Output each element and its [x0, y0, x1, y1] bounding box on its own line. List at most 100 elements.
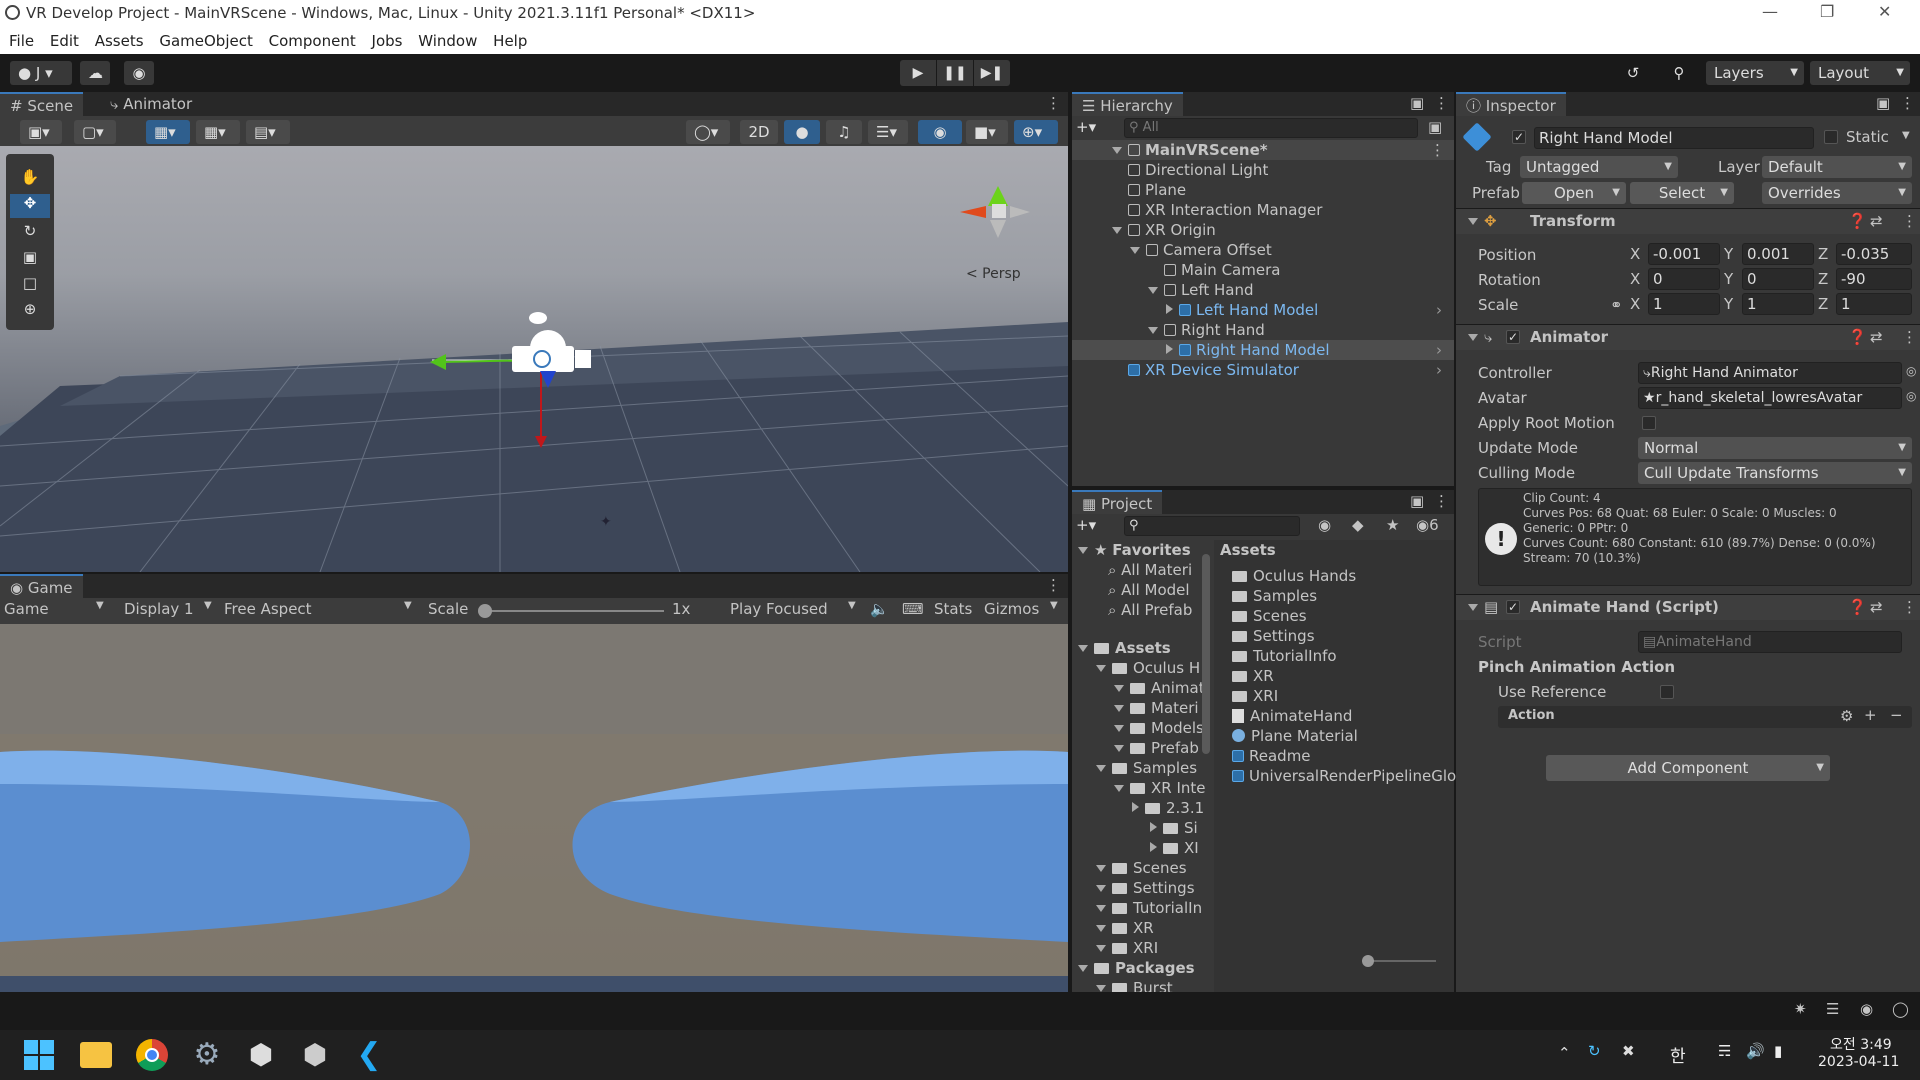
unity-editor-icon[interactable]: ⬢: [298, 1038, 332, 1072]
asset-item[interactable]: Scenes: [1232, 606, 1307, 626]
lock-icon[interactable]: ▣: [1410, 94, 1424, 112]
chrome-icon[interactable]: [136, 1039, 168, 1071]
animator-header[interactable]: ⤷ ✓ Animator ❓ ⇄ ⋮: [1456, 324, 1920, 350]
expand-arrow-icon[interactable]: [1078, 645, 1088, 652]
favorite-item[interactable]: ⌕ All Prefab: [1108, 600, 1192, 620]
battery-icon[interactable]: ▮: [1774, 1042, 1782, 1060]
expand-arrow-icon[interactable]: [1130, 247, 1140, 254]
expand-arrow-icon[interactable]: [1150, 842, 1157, 852]
favorite-item[interactable]: ⌕ All Model: [1108, 580, 1190, 600]
favorite-star-icon[interactable]: ★: [1386, 516, 1399, 534]
culling-mode-dropdown[interactable]: Cull Update Transforms: [1638, 462, 1912, 484]
hierarchy-item[interactable]: Right Hand: [1072, 320, 1454, 340]
audio-toggle[interactable]: ♫: [826, 120, 862, 144]
use-reference-checkbox[interactable]: [1660, 685, 1674, 699]
minimize-icon[interactable]: —: [1762, 2, 1778, 21]
layer-dropdown[interactable]: Default: [1762, 156, 1912, 178]
more-options-icon[interactable]: ⋮: [1900, 94, 1915, 112]
clock-time[interactable]: 오전 3:49: [1830, 1034, 1892, 1054]
scale-tool-icon[interactable]: ▣: [14, 248, 46, 270]
hierarchy-item[interactable]: Right Hand Model ›: [1072, 340, 1454, 360]
prefab-select-button[interactable]: Select: [1630, 182, 1734, 204]
scale-slider[interactable]: [478, 604, 664, 618]
play-focused-dropdown[interactable]: Play Focused ▼: [730, 600, 860, 618]
project-tree-item[interactable]: XR: [1096, 918, 1154, 938]
asset-item[interactable]: Settings: [1232, 626, 1315, 646]
cache-icon[interactable]: ☰: [1826, 1000, 1839, 1018]
progress-icon[interactable]: ◯: [1892, 1000, 1909, 1018]
hierarchy-item[interactable]: Left Hand Model ›: [1072, 300, 1454, 320]
project-tree-item[interactable]: Models: [1114, 718, 1204, 738]
update-mode-dropdown[interactable]: Normal: [1638, 437, 1912, 459]
asset-item[interactable]: TutorialInfo: [1232, 646, 1337, 666]
expand-arrow-icon[interactable]: [1114, 745, 1124, 752]
more-options-icon[interactable]: ⋮: [1902, 598, 1917, 616]
hierarchy-item[interactable]: Left Hand: [1072, 280, 1454, 300]
menu-assets[interactable]: Assets: [95, 28, 144, 54]
hidden-packages-icon[interactable]: ◉6: [1416, 516, 1439, 534]
tag-dropdown[interactable]: Untagged: [1520, 156, 1678, 178]
preset-icon[interactable]: ⇄: [1870, 598, 1883, 616]
tab-hierarchy[interactable]: ☰ Hierarchy: [1072, 92, 1183, 116]
shading-mode-button[interactable]: ◯▾: [686, 120, 730, 144]
project-tree-item[interactable]: Assets: [1078, 638, 1171, 658]
grid-snap-button[interactable]: ▦▾: [146, 120, 190, 144]
hierarchy-item[interactable]: XR Origin: [1072, 220, 1454, 240]
asset-item[interactable]: Readme: [1232, 746, 1311, 766]
layout-dropdown[interactable]: Layout ▼: [1810, 61, 1910, 85]
unity-hub-icon[interactable]: ⬢: [244, 1038, 278, 1072]
menu-window[interactable]: Window: [418, 28, 477, 54]
expand-arrow-icon[interactable]: [1096, 985, 1106, 992]
keyboard-icon[interactable]: ⌨: [902, 600, 924, 618]
project-tree-item[interactable]: Animat: [1114, 678, 1205, 698]
chevron-right-icon[interactable]: ›: [1436, 340, 1442, 360]
preset-icon[interactable]: ⇄: [1870, 328, 1883, 346]
hierarchy-search-input[interactable]: ⚲ All: [1124, 118, 1418, 138]
lighting-toggle[interactable]: ●: [784, 120, 820, 144]
scale-z-field[interactable]: 1: [1836, 293, 1912, 315]
project-tree-item[interactable]: Samples: [1096, 758, 1197, 778]
object-picker-icon[interactable]: ◎: [1906, 389, 1916, 403]
expand-arrow-icon[interactable]: [1114, 685, 1124, 692]
expand-arrow-icon[interactable]: [1096, 905, 1106, 912]
project-tree-item[interactable]: Scenes: [1096, 858, 1187, 878]
expand-arrow-icon[interactable]: [1148, 327, 1158, 334]
pause-button[interactable]: ❚❚: [937, 60, 973, 86]
account-button[interactable]: ● J ▾: [10, 61, 72, 85]
project-tree-item[interactable]: Oculus H: [1096, 658, 1200, 678]
more-options-icon[interactable]: ⋮: [1434, 94, 1449, 112]
game-display-mode-dropdown[interactable]: Game ▼: [4, 600, 108, 618]
position-z-field[interactable]: -0.035: [1836, 243, 1912, 265]
object-mode-button[interactable]: ▢▾: [74, 120, 116, 144]
project-tree-item[interactable]: Si: [1150, 818, 1198, 838]
layers-dropdown[interactable]: Layers ▼: [1706, 61, 1804, 85]
transform-tool-icon[interactable]: ⊕: [14, 300, 46, 322]
mute-audio-icon[interactable]: 🔈: [870, 600, 889, 618]
scale-y-field[interactable]: 1: [1742, 293, 1814, 315]
prefab-open-button[interactable]: Open: [1522, 182, 1626, 204]
scale-slider-handle[interactable]: [478, 604, 492, 618]
chevron-right-icon[interactable]: ›: [1436, 300, 1442, 320]
expand-arrow-icon[interactable]: [1166, 304, 1173, 314]
cloud-button[interactable]: ☁: [80, 61, 110, 85]
object-name-input[interactable]: Right Hand Model: [1534, 127, 1814, 149]
asset-item[interactable]: UniversalRenderPipelineGlo: [1232, 766, 1456, 786]
game-view[interactable]: [0, 624, 1068, 992]
more-options-icon[interactable]: ⋮: [1430, 140, 1445, 160]
project-tree-item[interactable]: XR Inte: [1114, 778, 1206, 798]
project-tree-item[interactable]: TutorialIn: [1096, 898, 1202, 918]
more-options-icon[interactable]: ⋮: [1902, 328, 1917, 346]
menu-component[interactable]: Component: [269, 28, 356, 54]
expand-arrow-icon[interactable]: [1096, 885, 1106, 892]
asset-item[interactable]: XRI: [1232, 686, 1278, 706]
volume-icon[interactable]: 🔊: [1746, 1042, 1765, 1060]
static-checkbox[interactable]: [1824, 130, 1838, 144]
favorites-header[interactable]: ★ Favorites: [1078, 540, 1191, 560]
expand-arrow-icon[interactable]: [1148, 287, 1158, 294]
prefab-overrides-dropdown[interactable]: Overrides: [1762, 182, 1912, 204]
menu-jobs[interactable]: Jobs: [372, 28, 403, 54]
rect-tool-icon[interactable]: □: [14, 274, 46, 296]
asset-item[interactable]: Plane Material: [1232, 726, 1358, 746]
preset-icon[interactable]: ⇄: [1870, 212, 1883, 230]
expand-arrow-icon[interactable]: [1096, 925, 1106, 932]
